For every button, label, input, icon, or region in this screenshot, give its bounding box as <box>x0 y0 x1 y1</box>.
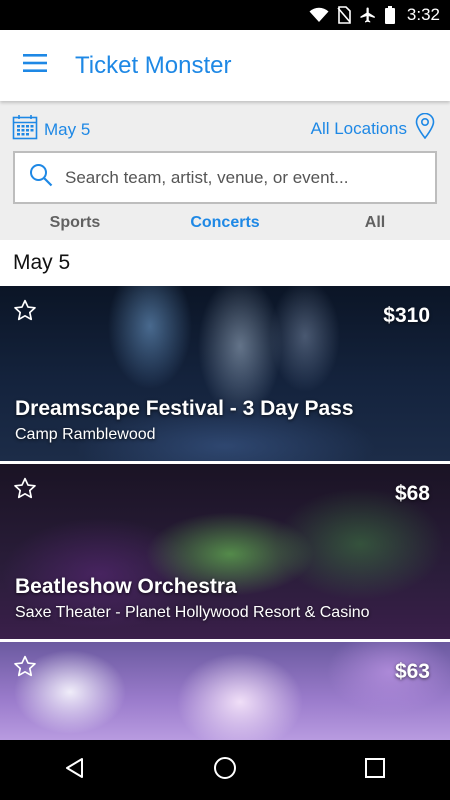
event-venue: Camp Ramblewood <box>15 426 156 443</box>
event-name: Beatleshow Orchestra <box>15 575 237 598</box>
home-button[interactable] <box>195 740 255 800</box>
search-icon <box>29 163 53 192</box>
star-icon[interactable] <box>12 476 38 506</box>
event-card[interactable]: $68 Beatleshow Orchestra Saxe Theater - … <box>0 464 450 639</box>
navigation-bar <box>0 740 450 800</box>
location-picker[interactable]: All Locations <box>310 112 435 144</box>
event-venue: Saxe Theater - Planet Hollywood Resort &… <box>15 604 370 621</box>
filter-panel: May 5 All Locations Sports Concerts All <box>0 101 450 240</box>
event-name: Dreamscape Festival - 3 Day Pass <box>15 397 354 420</box>
location-label: All Locations <box>310 118 407 138</box>
menu-button[interactable] <box>0 30 70 101</box>
category-tabs: Sports Concerts All <box>0 205 450 240</box>
status-bar: 3:32 <box>0 0 450 30</box>
wifi-icon <box>309 7 329 23</box>
search-box[interactable] <box>13 151 437 204</box>
back-button[interactable] <box>45 740 105 800</box>
event-price: $63 <box>394 660 430 683</box>
calendar-icon <box>12 114 38 145</box>
event-price: $310 <box>383 304 430 327</box>
event-price: $68 <box>394 482 430 505</box>
recents-button[interactable] <box>345 740 405 800</box>
menu-icon <box>23 54 47 77</box>
status-time: 3:32 <box>406 5 440 24</box>
search-input[interactable] <box>63 166 427 189</box>
tab-all[interactable]: All <box>300 205 450 240</box>
event-card[interactable]: $310 Dreamscape Festival - 3 Day Pass Ca… <box>0 286 450 461</box>
airplane-icon <box>359 6 377 24</box>
tab-concerts[interactable]: Concerts <box>150 205 300 240</box>
event-image <box>0 642 450 740</box>
section-header: May 5 <box>0 240 450 286</box>
home-circle-icon <box>213 756 237 785</box>
date-picker[interactable]: May 5 <box>12 114 90 145</box>
app-bar: Ticket Monster <box>0 30 450 101</box>
star-icon[interactable] <box>12 298 38 328</box>
recents-square-icon <box>364 757 386 784</box>
date-label: May 5 <box>44 119 91 139</box>
no-sim-icon <box>337 6 351 24</box>
location-pin-icon <box>415 112 435 144</box>
back-triangle-icon <box>64 757 86 784</box>
event-card[interactable]: $63 <box>0 642 450 740</box>
battery-icon <box>384 6 395 24</box>
app-title: Ticket Monster <box>75 51 232 79</box>
tab-sports[interactable]: Sports <box>0 205 150 240</box>
star-icon[interactable] <box>12 654 38 684</box>
